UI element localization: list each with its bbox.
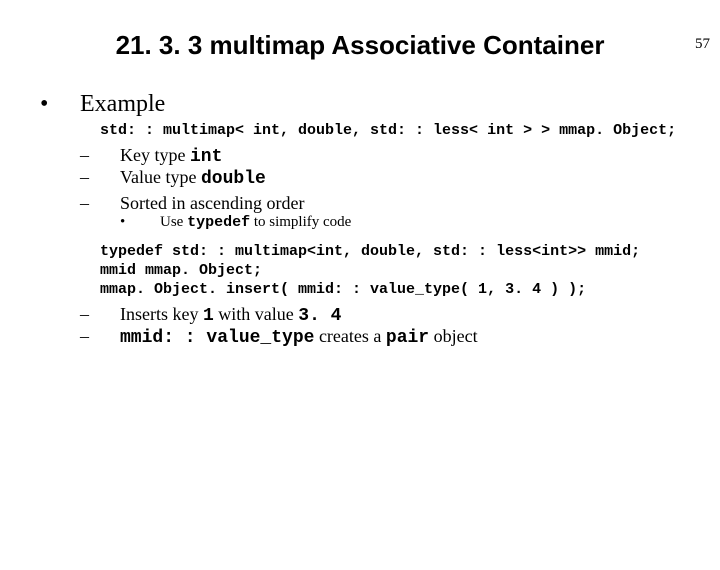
valuetype-code: double	[201, 169, 266, 189]
mmid-mid: creates a	[314, 326, 385, 346]
dash-icon: –	[100, 145, 120, 166]
slide-content: •Example std: : multimap< int, double, s…	[60, 91, 680, 348]
inserts-value: 3. 4	[298, 306, 341, 326]
mmid-pair: pair	[386, 328, 429, 348]
bullet-example: •Example	[80, 91, 680, 118]
bullet-mmid: –mmid: : value_type creates a pair objec…	[120, 326, 680, 348]
inserts-key: 1	[203, 306, 214, 326]
typedef-pre: Use	[160, 214, 187, 230]
bullet-valuetype: –Value type double	[120, 167, 680, 189]
inserts-pre: Inserts key	[120, 304, 203, 324]
mmid-post: object	[429, 326, 477, 346]
codeblock-typedef: typedef std: : multimap<int, double, std…	[100, 243, 680, 260]
dash-icon: –	[100, 193, 120, 214]
typedef-code: typedef	[187, 214, 250, 231]
codeblock-declare: mmid mmap. Object;	[100, 262, 680, 279]
codeblock-insert: mmap. Object. insert( mmid: : value_type…	[100, 281, 680, 298]
dash-icon: –	[100, 326, 120, 347]
keytype-pre: Key type	[120, 145, 190, 165]
page-number: 57	[695, 36, 710, 53]
valuetype-pre: Value type	[120, 167, 201, 187]
example-label: Example	[80, 91, 165, 117]
bullet-icon: •	[60, 91, 80, 118]
inserts-mid: with value	[214, 304, 298, 324]
bullet-typedef: •Use typedef to simplify code	[160, 214, 680, 231]
bullet-sorted: –Sorted in ascending order	[120, 193, 680, 214]
typedef-post: to simplify code	[250, 214, 351, 230]
keytype-code: int	[190, 147, 222, 167]
bullet-inserts: –Inserts key 1 with value 3. 4	[120, 304, 680, 326]
mmid-code: mmid: : value_type	[120, 328, 314, 348]
code-line-decl: std: : multimap< int, double, std: : les…	[100, 122, 680, 139]
sorted-text: Sorted in ascending order	[120, 193, 304, 213]
slide-title: 21. 3. 3 multimap Associative Container	[0, 30, 720, 61]
dash-icon: –	[100, 167, 120, 188]
bullet-icon: •	[140, 214, 160, 231]
dash-icon: –	[100, 304, 120, 325]
bullet-keytype: –Key type int	[120, 145, 680, 167]
